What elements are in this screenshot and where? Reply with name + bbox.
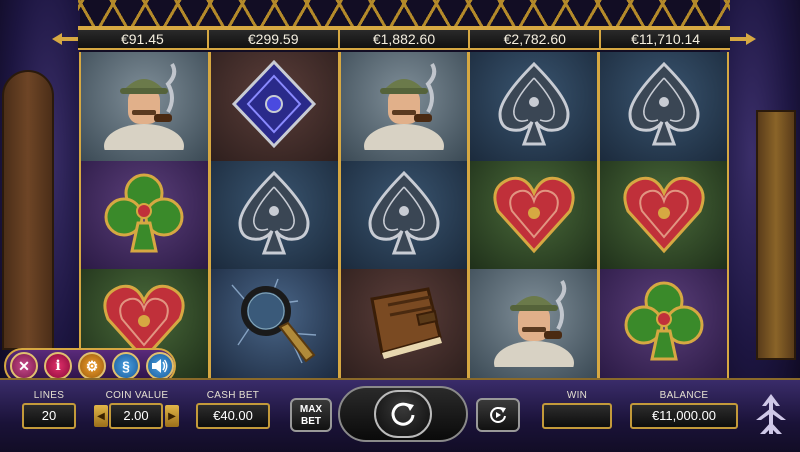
coin-value-display: 2.00: [109, 403, 163, 429]
reel-grid: [79, 52, 729, 379]
reel-4-row-3-symbol: [470, 269, 598, 379]
heart-icon: [618, 167, 710, 264]
win-label: WIN: [566, 390, 588, 401]
coin-decrease-button[interactable]: ◀: [94, 405, 108, 427]
club-icon: [98, 167, 190, 264]
reel-2-row-2-symbol: [210, 160, 338, 270]
reel-4: [470, 52, 598, 379]
club-icon: [618, 275, 710, 372]
reel-3-row-2-symbol: [340, 160, 468, 270]
gear-icon[interactable]: ⚙: [78, 352, 106, 380]
speaker-icon: [152, 359, 168, 373]
autoplay-icon: [490, 407, 506, 423]
spade-icon: [618, 58, 710, 155]
reel-4-row-2-symbol: [470, 160, 598, 270]
max-bet-label-bottom: BET: [301, 416, 321, 427]
reel-2-row-3-symbol: [210, 269, 338, 379]
wooden-door-right: [756, 110, 796, 360]
reel-2-row-1-symbol: [210, 52, 338, 161]
close-icon[interactable]: ✕: [10, 352, 38, 380]
cash-bet-display: €40.00: [196, 403, 270, 429]
gold-arrow-right-icon: [730, 33, 756, 45]
coin-increase-button[interactable]: ▶: [165, 405, 179, 427]
diamond-icon: [228, 58, 320, 155]
reel-1-row-2-symbol: [81, 160, 208, 270]
sound-icon[interactable]: [146, 352, 174, 380]
detective-icon: [488, 275, 580, 379]
lines-label: LINES: [33, 390, 65, 401]
balance-display: €11,000.00: [630, 403, 738, 429]
jackpot-4: €2,782.60: [470, 30, 602, 48]
reel-3-row-3-symbol: [340, 269, 468, 379]
balance-label: BALANCE: [659, 390, 709, 401]
reel-1-row-1-symbol: [81, 52, 208, 161]
reel-5: [600, 52, 727, 379]
reel-5-row-2-symbol: [600, 160, 727, 270]
jackpot-truss: [78, 0, 730, 28]
rules-icon[interactable]: §: [112, 352, 140, 380]
detective-icon: [358, 58, 450, 161]
autoplay-button[interactable]: [476, 398, 520, 432]
spade-icon: [488, 58, 580, 155]
spade-icon: [358, 167, 450, 264]
magnifier-icon: [228, 275, 320, 372]
reel-2: [210, 52, 338, 379]
heart-icon: [488, 167, 580, 264]
reel-5-row-1-symbol: [600, 52, 727, 161]
yggdrasil-logo-icon: [756, 394, 786, 434]
jackpot-5: €11,710.14: [601, 30, 730, 48]
info-icon[interactable]: i: [44, 352, 72, 380]
reel-3: [340, 52, 468, 379]
spade-icon: [228, 167, 320, 264]
spin-button[interactable]: [374, 390, 432, 438]
jackpot-1: €91.45: [78, 30, 209, 48]
book-icon: [358, 275, 450, 372]
background-right-wall: [720, 0, 800, 390]
lines-display[interactable]: 20: [22, 403, 76, 429]
cash-bet-label: CASH BET: [206, 390, 260, 401]
jackpot-bar: €91.45 €299.59 €1,882.60 €2,782.60 €11,7…: [78, 28, 730, 50]
max-bet-button[interactable]: MAX BET: [290, 398, 332, 432]
detective-icon: [98, 58, 190, 161]
background-left-wall: [0, 0, 80, 390]
reel-5-row-3-symbol: [600, 269, 727, 379]
reel-3-row-1-symbol: [340, 52, 468, 161]
wooden-door-left: [2, 70, 54, 350]
max-bet-label-top: MAX: [299, 404, 323, 415]
coin-value-label: COIN VALUE: [105, 390, 169, 401]
jackpot-2: €299.59: [208, 30, 340, 48]
reel-1: [81, 52, 208, 379]
win-display: [542, 403, 612, 429]
jackpot-3: €1,882.60: [339, 30, 471, 48]
reel-4-row-1-symbol: [470, 52, 598, 161]
spin-arrow-icon: [391, 402, 415, 426]
gold-arrow-left-icon: [52, 33, 78, 45]
